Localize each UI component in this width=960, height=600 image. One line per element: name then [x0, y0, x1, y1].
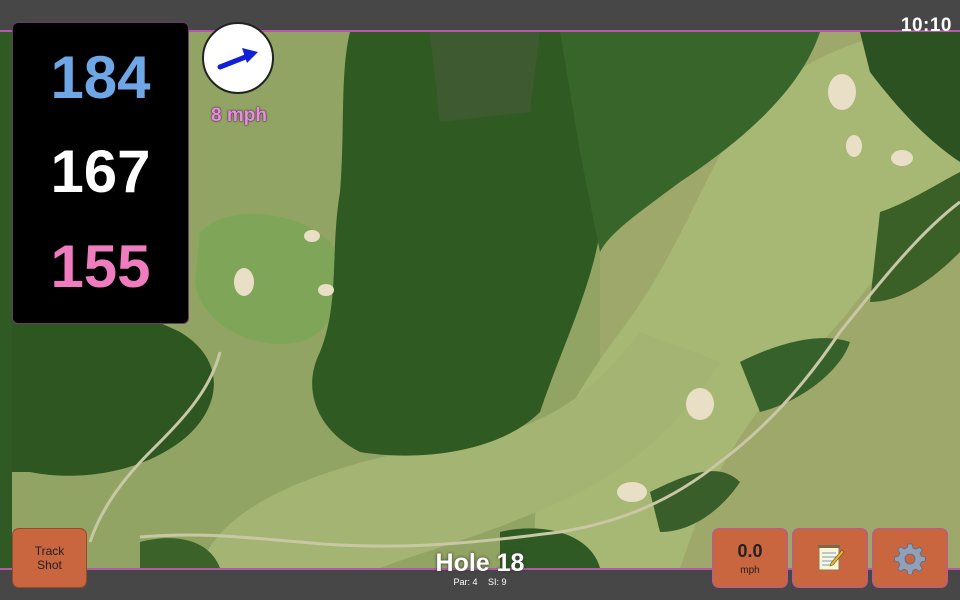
speed-value: 0.0: [737, 540, 763, 561]
front-distance: 155: [50, 233, 151, 300]
notepad-icon: [818, 545, 845, 571]
hole-title: Hole 18: [435, 549, 525, 577]
back-distance: 184: [50, 44, 151, 111]
notes-button[interactable]: [792, 528, 868, 588]
middle-distance: 167: [50, 138, 151, 205]
hole-details: Par: 4 SI: 9: [380, 577, 580, 587]
hole-stroke-index: SI: 9: [488, 577, 507, 587]
track-shot-button[interactable]: Track Shot: [12, 528, 87, 588]
track-shot-label: Track Shot: [34, 544, 65, 572]
swing-speed-button[interactable]: 0.0 mph: [712, 528, 788, 588]
gear-icon: [894, 543, 926, 574]
arrow-icon: [217, 48, 258, 70]
status-time: 10:10: [900, 15, 952, 36]
speed-unit: mph: [740, 564, 760, 576]
wind-speed-label: 8 mph: [211, 105, 267, 126]
hole-par: Par: 4: [453, 577, 478, 587]
distance-panel: 184 167 155: [12, 22, 189, 324]
wind-indicator: [202, 22, 274, 94]
settings-button[interactable]: [872, 528, 948, 588]
